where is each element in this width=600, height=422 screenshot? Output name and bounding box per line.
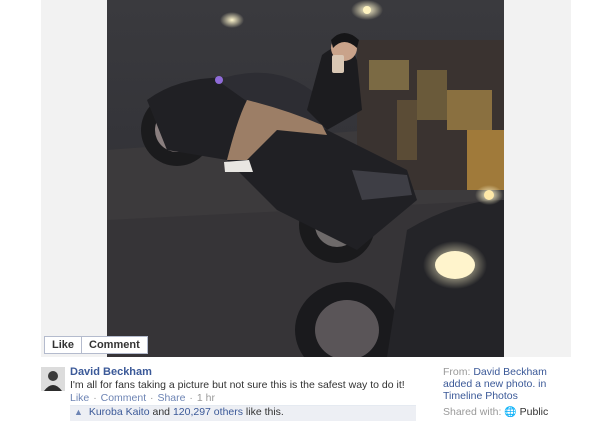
photo-action-bar: Like Comment — [44, 336, 148, 354]
album-link[interactable]: Timeline Photos — [443, 390, 518, 402]
post-actions: Like · Comment · Share · 1 hr — [70, 392, 215, 404]
likes-suffix: like this. — [245, 406, 284, 418]
separator: · — [150, 392, 154, 404]
shared-label: Shared with: — [443, 406, 502, 418]
thumbs-up-icon: ▲ — [74, 407, 83, 417]
audience-public[interactable]: Public — [520, 406, 549, 418]
shared-with: Shared with: 🌐 Public — [443, 406, 548, 418]
separator: · — [93, 392, 97, 404]
likes-summary: ▲ Kuroba Kaito and 120,297 others like t… — [70, 405, 416, 421]
from-label: From: — [443, 366, 471, 378]
post-share-link[interactable]: Share — [157, 392, 185, 404]
post-timestamp[interactable]: 1 hr — [197, 392, 215, 404]
in-text: in — [538, 378, 547, 390]
photo-like-button[interactable]: Like — [44, 336, 83, 354]
photo-comment-button[interactable]: Comment — [82, 336, 148, 354]
post-message: I'm all for fans taking a picture but no… — [70, 379, 405, 391]
added-text: added a new photo. — [443, 378, 536, 390]
likes-others-link[interactable]: 120,297 others — [173, 406, 243, 418]
photo-info-sidebar: From: David Beckham added a new photo. i… — [443, 366, 573, 402]
post-photo[interactable] — [107, 0, 504, 357]
post-like-link[interactable]: Like — [70, 392, 89, 404]
photo-illustration — [107, 0, 504, 357]
from-name-link[interactable]: David Beckham — [473, 366, 547, 378]
globe-icon: 🌐 — [504, 407, 517, 418]
avatar-image — [41, 367, 65, 391]
author-avatar[interactable] — [41, 367, 65, 391]
post-details: David Beckham I'm all for fans taking a … — [41, 362, 421, 422]
post-comment-link[interactable]: Comment — [101, 392, 147, 404]
likes-joiner: and — [152, 406, 171, 418]
separator: · — [189, 392, 193, 404]
liker-name-link[interactable]: Kuroba Kaito — [89, 406, 150, 418]
post-author-link[interactable]: David Beckham — [70, 366, 152, 378]
